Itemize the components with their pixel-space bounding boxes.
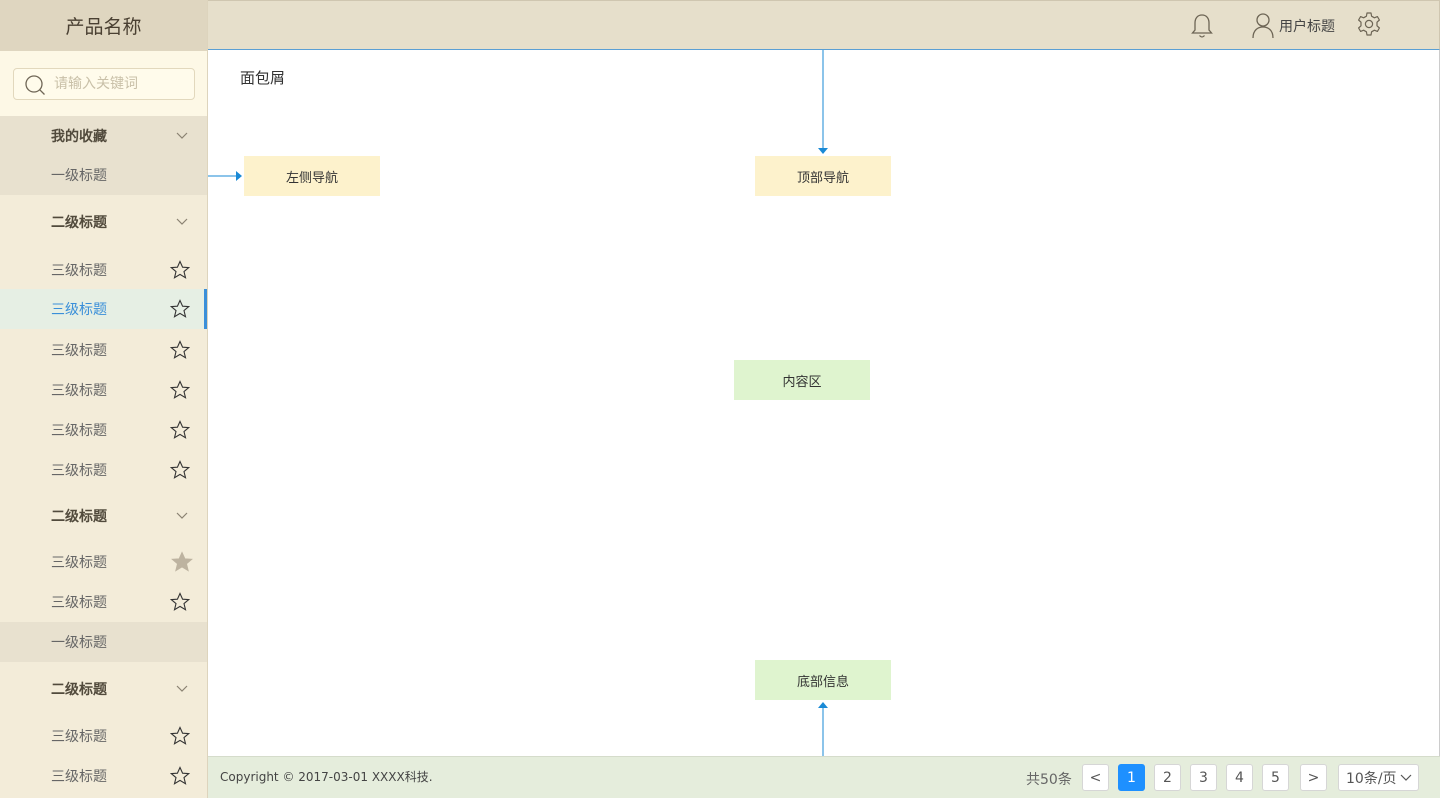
star-outline-icon[interactable]	[170, 460, 190, 480]
footer: Copyright © 2017-03-01 XXXX科技. 共50条 < 1 …	[208, 756, 1440, 798]
annotation-top-nav: 顶部导航	[755, 156, 891, 196]
sidebar-item-label: 三级标题	[51, 729, 107, 745]
search-input[interactable]	[52, 73, 192, 95]
sidebar-item-label: 三级标题	[51, 595, 107, 611]
pagination-page-1[interactable]: 1	[1118, 764, 1145, 791]
user-icon[interactable]	[1251, 11, 1275, 39]
sidebar-item-level1[interactable]: 一级标题	[0, 155, 207, 195]
sidebar-item-label: 三级标题	[51, 463, 107, 479]
page-size-select[interactable]: 10条/页	[1338, 764, 1419, 791]
copyright-text: Copyright © 2017-03-01 XXXX科技.	[220, 770, 433, 784]
search-icon	[25, 75, 45, 95]
sidebar-item-level3[interactable]: 三级标题	[0, 370, 207, 410]
sidebar-item-label: 二级标题	[51, 509, 107, 525]
pagination-page-5[interactable]: 5	[1262, 764, 1289, 791]
star-outline-icon[interactable]	[170, 340, 190, 360]
content-area: 面包屑 左侧导航 顶部导航 内容区 底部信息	[208, 50, 1440, 756]
user-title[interactable]: 用户标题	[1279, 16, 1335, 36]
pagination-page-4[interactable]: 4	[1226, 764, 1253, 791]
pagination-page-3[interactable]: 3	[1190, 764, 1217, 791]
gear-icon[interactable]	[1356, 11, 1382, 37]
chevron-down-icon	[176, 132, 188, 139]
sidebar-item-label: 三级标题	[51, 555, 107, 571]
sidebar-item-label: 三级标题	[51, 343, 107, 359]
bell-icon[interactable]	[1190, 12, 1214, 40]
star-outline-icon[interactable]	[170, 766, 190, 786]
star-outline-icon[interactable]	[170, 260, 190, 280]
pagination-next-button[interactable]: >	[1300, 764, 1327, 791]
sidebar-group-level2[interactable]: 二级标题	[0, 202, 207, 242]
search-box[interactable]	[13, 68, 195, 100]
pagination-page-2[interactable]: 2	[1154, 764, 1181, 791]
search-area	[0, 51, 207, 116]
page-size-value: 10条/页	[1346, 770, 1397, 787]
pagination-prev-button[interactable]: <	[1082, 764, 1109, 791]
sidebar-item-label: 三级标题	[51, 383, 107, 399]
sidebar-item-level3[interactable]: 三级标题	[0, 716, 207, 756]
chevron-down-icon	[1400, 774, 1412, 781]
annotation-content: 内容区	[734, 360, 870, 400]
star-filled-icon[interactable]	[171, 551, 193, 573]
sidebar-item-label: 一级标题	[51, 168, 107, 184]
sidebar-item-label: 三级标题	[51, 423, 107, 439]
sidebar-item-label: 一级标题	[51, 635, 107, 651]
sidebar-item-label: 三级标题	[51, 263, 107, 279]
star-outline-icon[interactable]	[170, 420, 190, 440]
chevron-down-icon	[176, 512, 188, 519]
star-outline-icon[interactable]	[170, 299, 190, 319]
star-outline-icon[interactable]	[170, 726, 190, 746]
chevron-down-icon	[176, 685, 188, 692]
annotation-footer-info: 底部信息	[755, 660, 891, 700]
brand-title: 产品名称	[0, 0, 207, 51]
pagination-total: 共50条	[1026, 772, 1072, 788]
top-header: 用户标题	[208, 0, 1440, 50]
sidebar-item-level3-starred[interactable]: 三级标题	[0, 542, 207, 582]
star-outline-icon[interactable]	[170, 592, 190, 612]
annotation-left-nav: 左侧导航	[244, 156, 380, 196]
sidebar-item-label: 我的收藏	[51, 128, 107, 145]
sidebar-item-level3[interactable]: 三级标题	[0, 410, 207, 450]
sidebar-item-level3-active[interactable]: 三级标题	[0, 289, 207, 329]
sidebar-group-level2[interactable]: 二级标题	[0, 669, 207, 709]
star-outline-icon[interactable]	[170, 380, 190, 400]
sidebar-group-favorites[interactable]: 我的收藏	[0, 116, 207, 155]
chevron-down-icon	[176, 218, 188, 225]
sidebar-item-level3[interactable]: 三级标题	[0, 756, 207, 796]
sidebar-item-level3[interactable]: 三级标题	[0, 250, 207, 290]
sidebar-item-label: 三级标题	[51, 302, 107, 318]
sidebar-item-level3[interactable]: 三级标题	[0, 582, 207, 622]
sidebar: 产品名称 我的收藏 一级标题 二级标题 三级标题 三级标题 三级标题 三级标题	[0, 0, 208, 798]
sidebar-item-label: 二级标题	[51, 682, 107, 698]
sidebar-item-label: 二级标题	[51, 215, 107, 231]
sidebar-item-label: 三级标题	[51, 769, 107, 785]
sidebar-item-level3[interactable]: 三级标题	[0, 450, 207, 490]
sidebar-group-level2[interactable]: 二级标题	[0, 496, 207, 536]
sidebar-item-level1[interactable]: 一级标题	[0, 622, 207, 662]
sidebar-item-level3[interactable]: 三级标题	[0, 330, 207, 370]
